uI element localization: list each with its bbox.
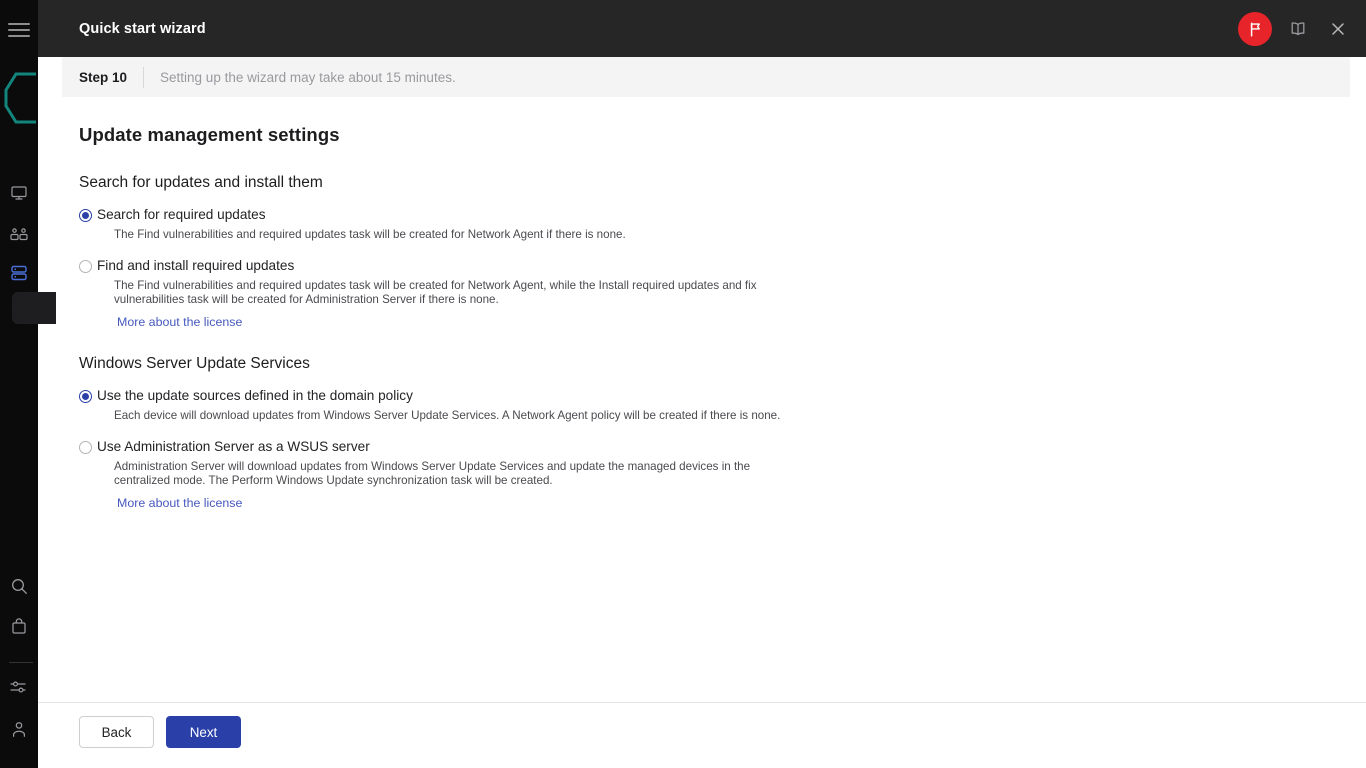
hamburger-menu-icon[interactable] <box>8 19 30 41</box>
radio-option-description: Each device will download updates from W… <box>114 409 781 422</box>
radio-option-description: The Find vulnerabilities and required up… <box>114 278 757 307</box>
sliders-icon <box>10 681 26 693</box>
radio-indicator[interactable] <box>79 209 92 222</box>
next-button[interactable]: Next <box>166 716 241 748</box>
brand-hexagon-logo <box>4 70 50 126</box>
sidebar-item-monitoring[interactable] <box>0 178 38 208</box>
sidebar-item-marketplace[interactable] <box>0 611 38 641</box>
radio-option-label[interactable]: Search for required updates <box>97 206 1079 224</box>
radio-option-find-install-required-updates[interactable]: Find and install required updates The Fi… <box>79 257 1079 331</box>
radio-option-domain-policy-sources[interactable]: Use the update sources defined in the do… <box>79 387 1079 424</box>
window-title: Quick start wizard <box>79 21 206 37</box>
sidebar-selected-indicator <box>12 292 56 324</box>
titlebar-actions <box>1238 12 1352 46</box>
monitor-icon <box>11 186 27 200</box>
search-icon <box>11 578 27 594</box>
section-wsus: Windows Server Update Services Use the u… <box>79 355 1079 516</box>
close-button[interactable] <box>1324 15 1352 43</box>
sidebar-item-account[interactable] <box>0 714 38 744</box>
flag-icon <box>1250 21 1260 37</box>
radio-indicator[interactable] <box>79 390 92 403</box>
left-nav-rail <box>0 0 56 768</box>
stepbar-separator <box>143 66 145 88</box>
back-button[interactable]: Back <box>79 716 154 748</box>
close-icon <box>1332 23 1344 35</box>
help-book-button[interactable] <box>1284 15 1312 43</box>
radio-option-label[interactable]: Find and install required updates <box>97 257 1079 275</box>
person-icon <box>12 721 26 737</box>
wizard-footer: Back Next <box>79 716 241 748</box>
bag-icon <box>12 617 26 634</box>
radio-option-label[interactable]: Use the update sources defined in the do… <box>97 387 1079 405</box>
sidebar-divider <box>9 662 33 663</box>
wizard-stepbar: Step 10 Setting up the wizard may take a… <box>62 57 1350 97</box>
section-search-updates: Search for updates and install them Sear… <box>79 174 1079 335</box>
section-title: Windows Server Update Services <box>79 355 310 372</box>
window-titlebar: Quick start wizard <box>38 0 1366 57</box>
radio-option-description: Administration Server will download upda… <box>114 459 751 488</box>
servers-icon <box>11 265 27 281</box>
sidebar-item-search[interactable] <box>0 571 38 601</box>
page-title: Update management settings <box>79 124 340 145</box>
radio-option-label[interactable]: Use Administration Server as a WSUS serv… <box>97 438 1079 456</box>
content-panel: Update management settings Search for up… <box>38 97 1366 768</box>
app-root: Quick start wizard Step 10 Setting up th… <box>0 0 1366 768</box>
section-title: Search for updates and install them <box>79 174 323 191</box>
more-about-license-link[interactable]: More about the license <box>117 496 242 510</box>
sidebar-item-devices[interactable] <box>0 258 38 288</box>
sidebar-item-settings[interactable] <box>0 672 38 702</box>
radio-indicator[interactable] <box>79 440 92 454</box>
users-icon <box>10 228 28 241</box>
more-about-license-link[interactable]: More about the license <box>117 315 242 329</box>
radio-option-admin-server-as-wsus[interactable]: Use Administration Server as a WSUS serv… <box>79 438 1079 512</box>
radio-indicator[interactable] <box>79 259 92 273</box>
radio-option-description: The Find vulnerabilities and required up… <box>114 228 626 241</box>
radio-option-search-required-updates[interactable]: Search for required updates The Find vul… <box>79 206 1079 243</box>
sidebar-item-users[interactable] <box>0 220 38 250</box>
book-icon <box>1291 22 1305 36</box>
step-note: Setting up the wizard may take about 15 … <box>160 69 456 85</box>
notifications-flag-badge[interactable] <box>1238 12 1272 46</box>
step-number: Step 10 <box>79 69 128 85</box>
footer-divider <box>38 702 1366 703</box>
